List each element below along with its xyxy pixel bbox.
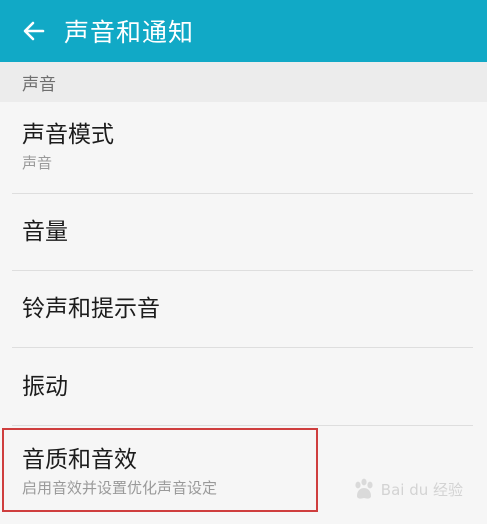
settings-item-sound-mode[interactable]: 声音模式 声音 — [0, 102, 487, 194]
settings-item-volume[interactable]: 音量 — [0, 194, 487, 271]
settings-screen: 声音和通知 声音 声音模式 声音 音量 铃声和提示音 振动 音质和音效 启用音效… — [0, 0, 487, 524]
settings-list: 声音模式 声音 音量 铃声和提示音 振动 音质和音效 启用音效并设置优化声音设定 — [0, 102, 487, 520]
settings-item-ringtone[interactable]: 铃声和提示音 — [0, 271, 487, 348]
section-header-sound: 声音 — [0, 62, 487, 102]
settings-item-subtitle: 声音 — [22, 154, 53, 172]
watermark: Bai du 经验 — [351, 476, 463, 502]
watermark-text: Bai du 经验 — [380, 480, 463, 499]
page-title: 声音和通知 — [64, 18, 195, 47]
section-header-label: 声音 — [22, 74, 56, 95]
arrow-left-icon — [23, 21, 45, 41]
settings-item-title: 音量 — [22, 219, 68, 245]
settings-item-title: 振动 — [22, 374, 68, 400]
settings-item-title: 铃声和提示音 — [22, 296, 160, 322]
settings-item-vibration[interactable]: 振动 — [0, 348, 487, 426]
back-button[interactable] — [12, 9, 56, 53]
settings-item-sound-quality[interactable]: 音质和音效 启用音效并设置优化声音设定 — [0, 426, 487, 520]
settings-item-title: 音质和音效 — [22, 447, 137, 473]
settings-item-title: 声音模式 — [22, 122, 114, 148]
baidu-paw-icon — [355, 478, 373, 499]
app-bar: 声音和通知 — [0, 0, 487, 62]
